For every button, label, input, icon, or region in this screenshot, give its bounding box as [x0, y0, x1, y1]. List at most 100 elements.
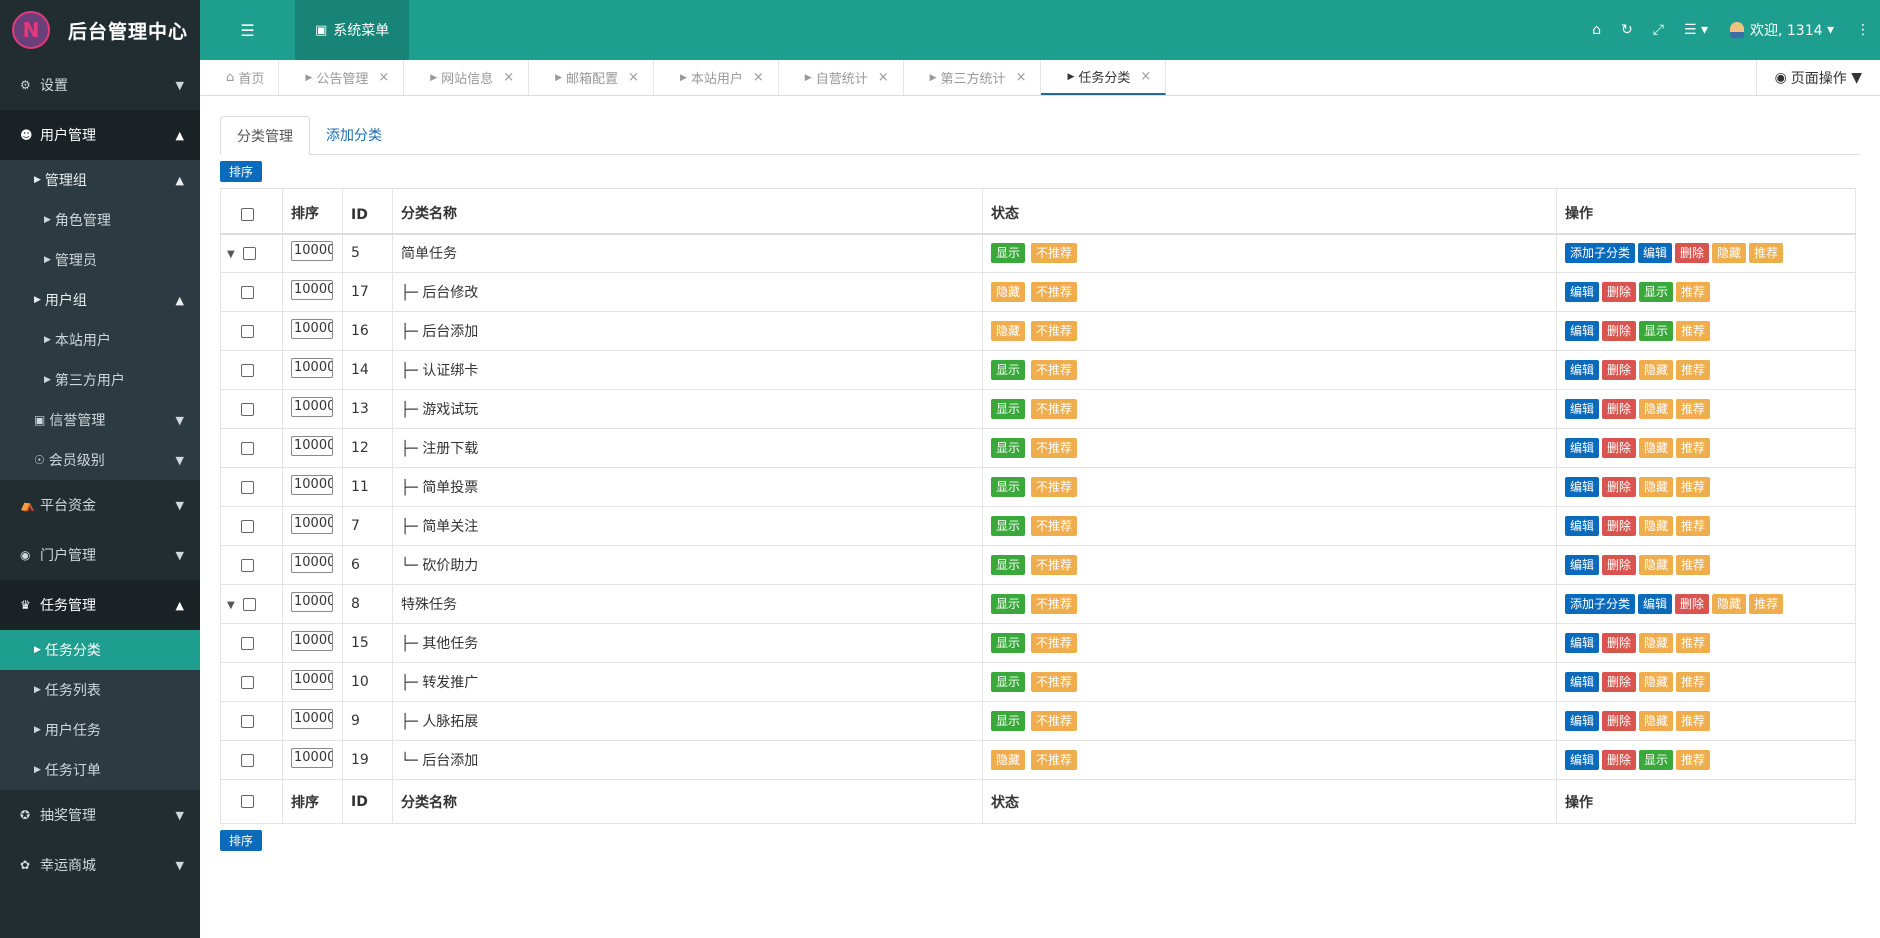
sidebar-item-portal-mgmt[interactable]: ◉ 门户管理 ▼: [0, 530, 200, 580]
edit-button[interactable]: 编辑: [1565, 438, 1600, 458]
edit-button[interactable]: 编辑: [1565, 516, 1600, 536]
sort-button-top[interactable]: 排序: [220, 161, 263, 182]
row-checkbox[interactable]: [242, 597, 256, 611]
recommend-status-badge[interactable]: 不推荐: [1031, 243, 1078, 264]
expand-toggle-icon[interactable]: ▼: [227, 600, 235, 611]
sort-input[interactable]: 10000: [291, 670, 333, 690]
row-checkbox[interactable]: [241, 285, 254, 299]
sort-input[interactable]: 10000: [291, 553, 333, 573]
recommend-button[interactable]: 推荐: [1676, 633, 1711, 653]
sidebar-item-lottery-mgmt[interactable]: ✪ 抽奖管理 ▼: [0, 790, 200, 840]
status-badge[interactable]: 隐藏: [991, 750, 1026, 770]
edit-button[interactable]: 编辑: [1565, 711, 1600, 731]
row-checkbox[interactable]: [241, 324, 254, 338]
close-icon[interactable]: ×: [878, 70, 889, 85]
delete-button[interactable]: 删除: [1602, 750, 1637, 770]
sidebar-item-admin-group[interactable]: ▶ 管理组 ▲: [0, 160, 200, 200]
delete-button[interactable]: 删除: [1602, 438, 1637, 458]
fullscreen-icon[interactable]: ⤢: [1643, 22, 1674, 38]
delete-button[interactable]: 删除: [1602, 282, 1637, 302]
status-badge[interactable]: 隐藏: [991, 282, 1026, 302]
recommend-button[interactable]: 推荐: [1676, 555, 1711, 575]
hide-button[interactable]: 隐藏: [1639, 555, 1674, 575]
recommend-status-badge[interactable]: 不推荐: [1031, 711, 1078, 731]
hide-button[interactable]: 隐藏: [1639, 711, 1674, 731]
home-icon[interactable]: ⌂: [1582, 22, 1611, 38]
hide-button[interactable]: 隐藏: [1639, 516, 1674, 536]
sort-input[interactable]: 10000: [291, 241, 333, 262]
recommend-status-badge[interactable]: 不推荐: [1031, 594, 1078, 614]
recommend-status-badge[interactable]: 不推荐: [1031, 750, 1078, 770]
recommend-status-badge[interactable]: 不推荐: [1031, 555, 1078, 575]
delete-button[interactable]: 删除: [1602, 360, 1637, 380]
close-icon[interactable]: ×: [503, 70, 514, 85]
status-badge[interactable]: 显示: [991, 516, 1026, 536]
edit-button[interactable]: 编辑: [1638, 243, 1673, 264]
sort-input[interactable]: 10000: [291, 319, 333, 339]
sidebar-item-admins[interactable]: ▶ 管理员: [0, 240, 200, 280]
sidebar-item-user-group[interactable]: ▶ 用户组 ▲: [0, 280, 200, 320]
status-badge[interactable]: 显示: [991, 243, 1026, 264]
sidebar-item-task-category[interactable]: ▶ 任务分类: [0, 630, 200, 670]
row-checkbox[interactable]: [242, 246, 256, 260]
edit-button[interactable]: 编辑: [1638, 594, 1673, 614]
delete-button[interactable]: 删除: [1675, 594, 1710, 614]
recommend-status-badge[interactable]: 不推荐: [1031, 477, 1078, 497]
sort-input[interactable]: 10000: [291, 514, 333, 534]
tab-site-user[interactable]: ▶ 本站用户 ×: [654, 60, 779, 95]
recommend-button[interactable]: 推荐: [1676, 516, 1711, 536]
recommend-status-badge[interactable]: 不推荐: [1031, 438, 1078, 458]
recommend-button[interactable]: 推荐: [1676, 672, 1711, 692]
recommend-button[interactable]: 推荐: [1676, 399, 1711, 419]
close-icon[interactable]: ×: [628, 70, 639, 85]
hide-button[interactable]: 隐藏: [1639, 438, 1674, 458]
close-icon[interactable]: ×: [1016, 70, 1027, 85]
logo-area[interactable]: N 后台管理中心: [0, 0, 200, 60]
sidebar-item-task-list[interactable]: ▶ 任务列表: [0, 670, 200, 710]
close-icon[interactable]: ×: [378, 70, 389, 85]
row-checkbox[interactable]: [241, 714, 254, 728]
show-button[interactable]: 显示: [1639, 750, 1674, 770]
sidebar-item-task-orders[interactable]: ▶ 任务订单: [0, 750, 200, 790]
recommend-button[interactable]: 推荐: [1749, 243, 1784, 264]
hide-button[interactable]: 隐藏: [1639, 477, 1674, 497]
sidebar-item-site-users[interactable]: ▶ 本站用户: [0, 320, 200, 360]
user-menu[interactable]: 欢迎, 1314 ▾: [1718, 20, 1846, 40]
hide-button[interactable]: 隐藏: [1639, 672, 1674, 692]
sort-input[interactable]: 10000: [291, 436, 333, 456]
hide-button[interactable]: 隐藏: [1639, 360, 1674, 380]
recommend-button[interactable]: 推荐: [1676, 282, 1711, 302]
edit-button[interactable]: 编辑: [1565, 633, 1600, 653]
sort-input[interactable]: 10000: [291, 397, 333, 417]
select-all-checkbox-footer[interactable]: [241, 795, 254, 808]
sidebar-item-user-tasks[interactable]: ▶ 用户任务: [0, 710, 200, 750]
edit-button[interactable]: 编辑: [1565, 555, 1600, 575]
recommend-button[interactable]: 推荐: [1749, 594, 1784, 614]
recommend-status-badge[interactable]: 不推荐: [1031, 516, 1078, 536]
status-badge[interactable]: 显示: [991, 672, 1026, 692]
delete-button[interactable]: 删除: [1602, 321, 1637, 341]
list-menu-icon[interactable]: ☰ ▾: [1674, 22, 1718, 38]
sidebar-item-user-mgmt[interactable]: ☻ 用户管理 ▲: [0, 110, 200, 160]
row-checkbox[interactable]: [241, 558, 254, 572]
close-icon[interactable]: ×: [753, 70, 764, 85]
recommend-status-badge[interactable]: 不推荐: [1031, 672, 1078, 692]
sidebar-item-third-users[interactable]: ▶ 第三方用户: [0, 360, 200, 400]
status-badge[interactable]: 显示: [991, 477, 1026, 497]
sidebar-item-platform-funds[interactable]: ⛺ 平台资金 ▼: [0, 480, 200, 530]
tab-notice[interactable]: ▶ 公告管理 ×: [279, 60, 405, 95]
hide-button[interactable]: 隐藏: [1712, 594, 1747, 614]
delete-button[interactable]: 删除: [1602, 633, 1637, 653]
sidebar-item-role-mgmt[interactable]: ▶ 角色管理: [0, 200, 200, 240]
sort-input[interactable]: 10000: [291, 631, 333, 651]
row-checkbox[interactable]: [241, 402, 254, 416]
status-badge[interactable]: 隐藏: [991, 321, 1026, 341]
sort-input[interactable]: 10000: [291, 280, 333, 300]
sort-input[interactable]: 10000: [291, 709, 333, 729]
status-badge[interactable]: 显示: [991, 594, 1026, 614]
row-checkbox[interactable]: [241, 519, 254, 533]
close-icon[interactable]: ×: [1140, 69, 1151, 84]
recommend-button[interactable]: 推荐: [1676, 438, 1711, 458]
edit-button[interactable]: 编辑: [1565, 672, 1600, 692]
delete-button[interactable]: 删除: [1602, 711, 1637, 731]
